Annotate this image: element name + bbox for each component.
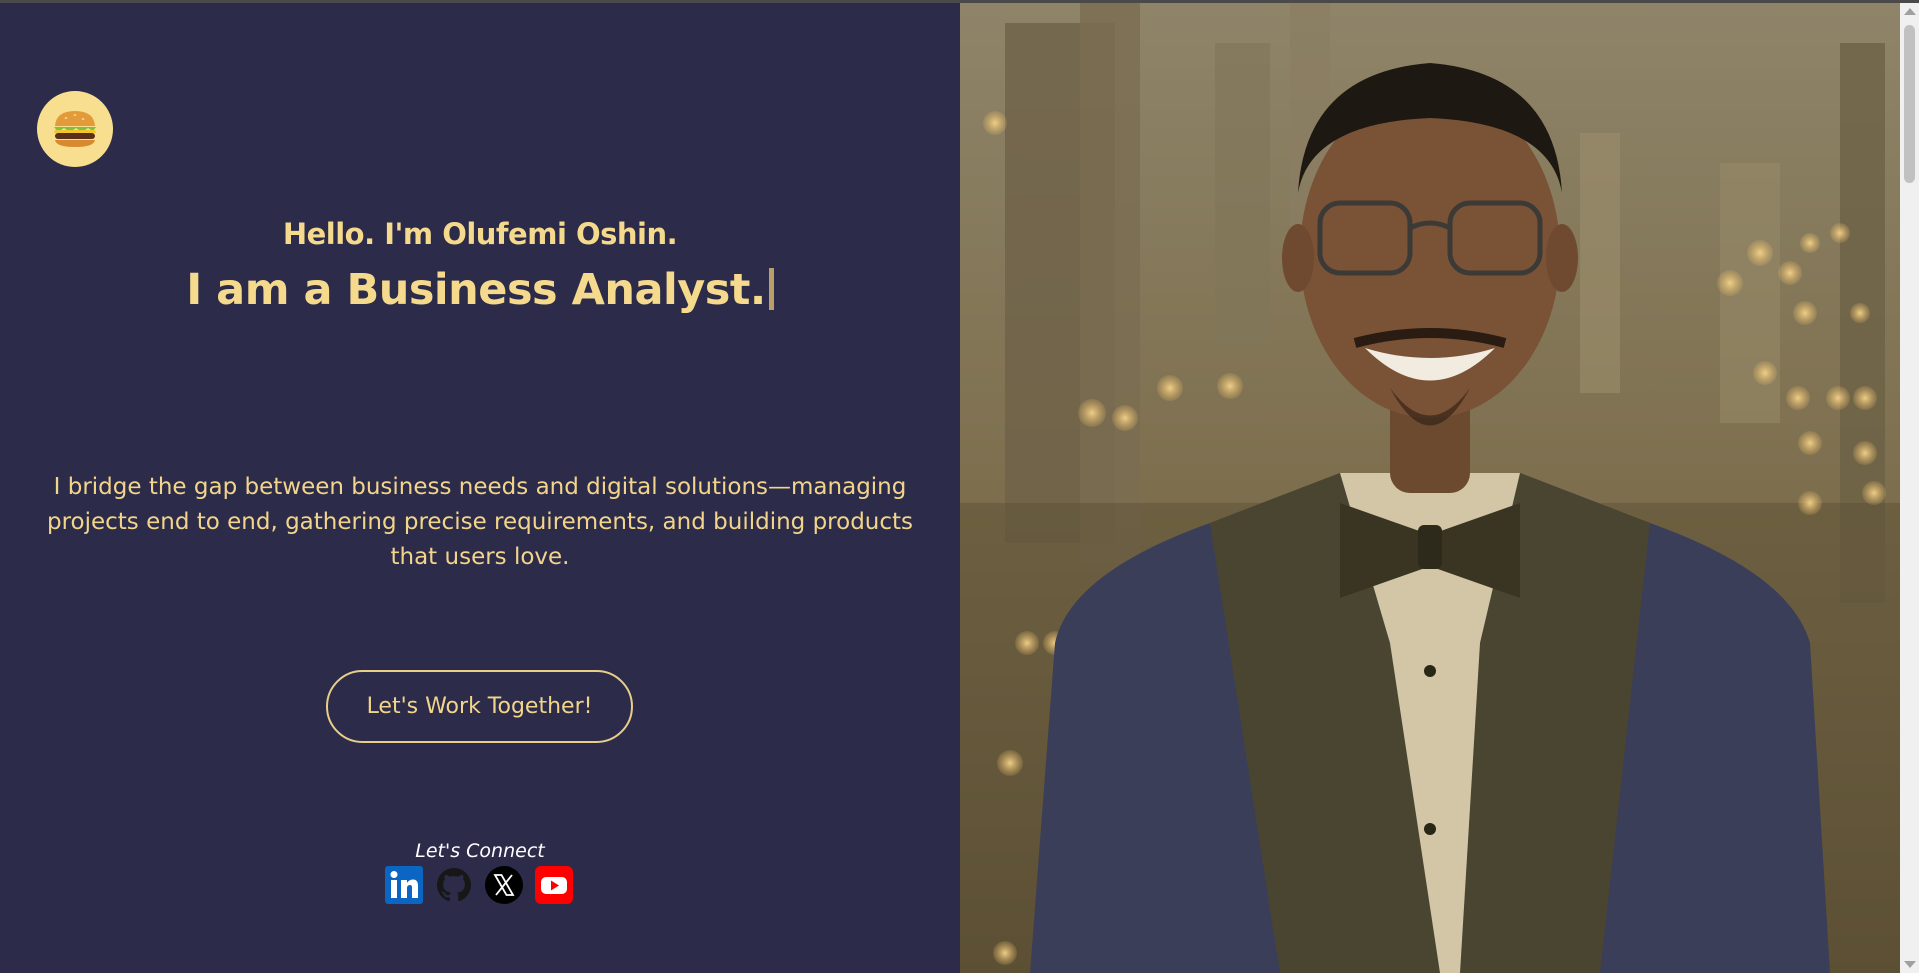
social-links: [385, 866, 573, 904]
scrollbar-thumb[interactable]: [1904, 25, 1915, 183]
hero-panel: Hello. I'm Olufemi Oshin. I am a Busines…: [0, 3, 960, 973]
connect-label: Let's Connect: [415, 840, 545, 862]
scroll-down-arrow-icon[interactable]: [1904, 961, 1916, 968]
github-icon: [437, 868, 471, 902]
github-link[interactable]: [435, 866, 473, 904]
linkedin-link[interactable]: [385, 866, 423, 904]
typing-cursor: [768, 268, 774, 310]
headline-heading: I am a Business Analyst.: [0, 265, 960, 315]
page: Hello. I'm Olufemi Oshin. I am a Busines…: [0, 0, 1919, 973]
greeting-heading: Hello. I'm Olufemi Oshin.: [282, 217, 678, 251]
youtube-icon: [535, 866, 573, 904]
youtube-link[interactable]: [535, 866, 573, 904]
linkedin-icon: [385, 866, 423, 904]
headline-text: I am a Business Analyst.: [186, 265, 766, 315]
logo[interactable]: [37, 91, 113, 167]
x-link[interactable]: [485, 866, 523, 904]
vertical-scrollbar[interactable]: [1900, 3, 1919, 973]
intro-description: I bridge the gap between business needs …: [46, 474, 914, 570]
x-icon: [485, 866, 523, 904]
scroll-up-arrow-icon[interactable]: [1904, 8, 1916, 15]
work-together-button[interactable]: Let's Work Together!: [326, 670, 633, 743]
portrait-image: [960, 3, 1900, 973]
burger-icon: [54, 111, 96, 147]
portrait-photo: [960, 3, 1900, 973]
